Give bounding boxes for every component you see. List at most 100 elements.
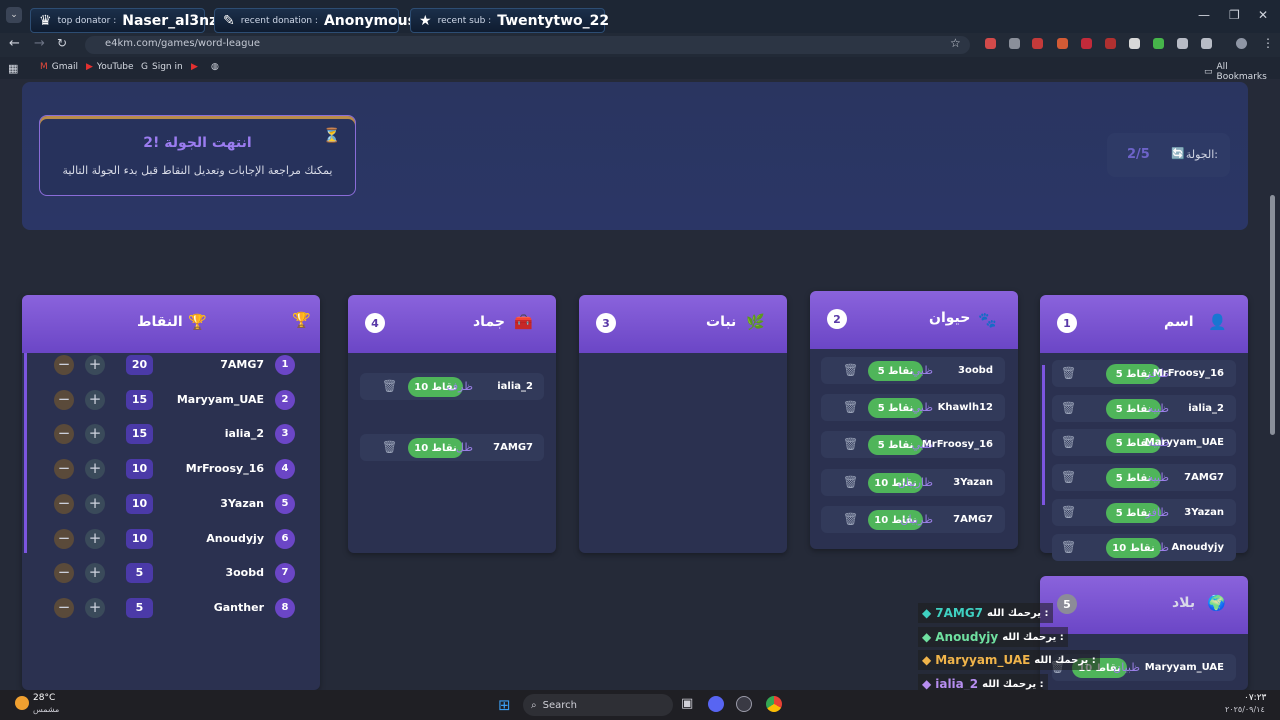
menu-kebab-icon[interactable]: ⋮ [1262, 36, 1274, 50]
page-scrollbar[interactable] [1270, 195, 1275, 435]
points-badge[interactable]: 10 نقاط [408, 438, 463, 458]
trash-icon[interactable]: 🗑 [843, 437, 858, 451]
minus-button[interactable]: − [54, 355, 74, 375]
extension-icon[interactable] [1009, 38, 1020, 49]
extension-icon[interactable] [1105, 38, 1116, 49]
close-icon[interactable]: ✕ [1258, 8, 1268, 22]
title-bar: ⌄ ♛ top donator : Naser_al3nzy ✎ recent … [0, 0, 1280, 33]
category-header: 2 حيوان 🐾 [810, 291, 1018, 349]
minus-button[interactable]: − [54, 390, 74, 410]
extensions-puzzle-icon[interactable] [1201, 38, 1212, 49]
score-row: − +10 Anoudyjy 6 [40, 528, 310, 550]
plus-button[interactable]: + [85, 424, 105, 444]
trophy-icon: 🏆 [188, 313, 207, 331]
folder-icon: ▭ [1204, 67, 1213, 77]
trash-icon[interactable]: 🗑 [1061, 366, 1076, 380]
score-value: 15 [126, 390, 153, 410]
chrome-icon[interactable] [766, 696, 782, 712]
rank-badge: 5 [275, 494, 295, 514]
discord-icon[interactable] [708, 696, 724, 712]
category-panel-jamad: 4 جماد 🧰 [348, 295, 556, 553]
trash-icon[interactable]: 🗑 [843, 363, 858, 377]
category-header: 4 جماد 🧰 [348, 295, 556, 353]
minus-button[interactable]: − [54, 494, 74, 514]
minus-button[interactable]: − [54, 598, 74, 618]
score-value: 5 [126, 598, 153, 618]
category-title: حيوان [929, 310, 971, 326]
plus-button[interactable]: + [85, 598, 105, 618]
profile-avatar[interactable] [1236, 38, 1247, 49]
extension-icon[interactable] [1057, 38, 1068, 49]
score-row: − +5 3oobd 7 [40, 562, 310, 584]
answer-player: Anoudyjy [1171, 542, 1224, 553]
back-icon[interactable]: ← [9, 36, 20, 51]
taskbar-search[interactable]: ⌕ Search [523, 694, 673, 716]
trash-icon[interactable]: 🗑 [1061, 435, 1076, 449]
plus-button[interactable]: + [85, 563, 105, 583]
globe-icon[interactable]: ◍ [211, 62, 219, 72]
rank-badge: 4 [275, 459, 295, 479]
minus-button[interactable]: − [54, 424, 74, 444]
extension-icon[interactable] [1177, 38, 1188, 49]
minimize-icon[interactable]: — [1198, 8, 1210, 22]
trash-icon[interactable]: 🗑 [382, 440, 397, 454]
overlay-value: Twentytwo_22 [497, 12, 610, 29]
trash-icon[interactable]: 🗑 [843, 475, 858, 489]
overlay-recent-donation: ✎ recent donation : Anonymous [214, 8, 416, 33]
extension-icon[interactable] [1129, 38, 1140, 49]
bookmark-youtube[interactable]: ▶ YouTube [86, 62, 134, 72]
plus-button[interactable]: + [85, 529, 105, 549]
apps-grid-icon[interactable]: ▦ [8, 62, 18, 75]
points-badge[interactable]: 10 نقاط [1106, 538, 1161, 558]
trash-icon[interactable]: 🗑 [1061, 505, 1076, 519]
leaf-icon: 🌿 [746, 313, 765, 331]
chat-badge-icon: ◆ [922, 630, 932, 644]
youtube-icon[interactable]: ▶ [191, 62, 198, 72]
extension-icon[interactable] [1153, 38, 1164, 49]
trash-icon[interactable]: 🗑 [1061, 470, 1076, 484]
obs-icon[interactable] [736, 696, 752, 712]
extension-icon[interactable] [1032, 38, 1043, 49]
category-number: 1 [1057, 313, 1077, 333]
plus-button[interactable]: + [85, 355, 105, 375]
overlay-label: top donator : [57, 15, 117, 26]
bookmark-gmail[interactable]: M Gmail [40, 62, 78, 72]
plus-button[interactable]: + [85, 494, 105, 514]
trash-icon[interactable]: 🗑 [843, 512, 858, 526]
answer-word: ظبيان [1113, 661, 1140, 674]
forward-icon[interactable]: → [34, 36, 45, 51]
trash-icon[interactable]: 🗑 [382, 379, 397, 393]
answer-player: MrFroosy_16 [921, 439, 993, 450]
extension-icon[interactable] [985, 38, 996, 49]
extension-icon[interactable] [1081, 38, 1092, 49]
url-text: e4km.com/games/word-league [105, 38, 260, 49]
minus-button[interactable]: − [54, 529, 74, 549]
weather-icon [15, 696, 29, 710]
score-row: − +10 MrFroosy_16 4 [40, 458, 310, 480]
minus-button[interactable]: − [54, 459, 74, 479]
plus-button[interactable]: + [85, 390, 105, 410]
briefcase-icon: 🧰 [514, 313, 533, 331]
bookmark-signin[interactable]: G Sign in [141, 62, 183, 72]
answer-player: 7AMG7 [953, 514, 993, 525]
tab-menu-icon[interactable]: ⌄ [6, 7, 22, 23]
trash-icon[interactable]: 🗑 [1061, 401, 1076, 415]
trash-icon[interactable]: 🗑 [843, 400, 858, 414]
answer-player: 3Yazan [953, 477, 993, 488]
chat-username: Maryyam_UAE [935, 653, 1031, 667]
chat-message: ◆ 7AMG7 يرحمك الله : [918, 603, 1053, 623]
plus-button[interactable]: + [85, 459, 105, 479]
minus-button[interactable]: − [54, 563, 74, 583]
reload-icon[interactable]: ↻ [57, 36, 67, 50]
trash-icon[interactable]: 🗑 [1061, 540, 1076, 554]
round-ended-card: ⏳ انتهت الجولة !2 يمكنك مراجعة الإجابات … [39, 115, 356, 196]
windows-start-icon[interactable]: ⊞ [498, 696, 511, 714]
bookmark-star-icon[interactable]: ☆ [950, 36, 961, 50]
chat-text: يرحمك الله : [987, 607, 1049, 619]
task-view-icon[interactable]: ▣ [681, 696, 693, 711]
clock-time[interactable]: ٠٧:٢٣ [1244, 693, 1266, 703]
restore-icon[interactable]: ❐ [1229, 8, 1240, 22]
crown-icon: ♛ [39, 12, 52, 29]
clock-date[interactable]: ٢٠٢٥/٠٩/١٤ [1225, 705, 1265, 714]
url-field[interactable]: e4km.com/games/word-league [85, 36, 970, 54]
